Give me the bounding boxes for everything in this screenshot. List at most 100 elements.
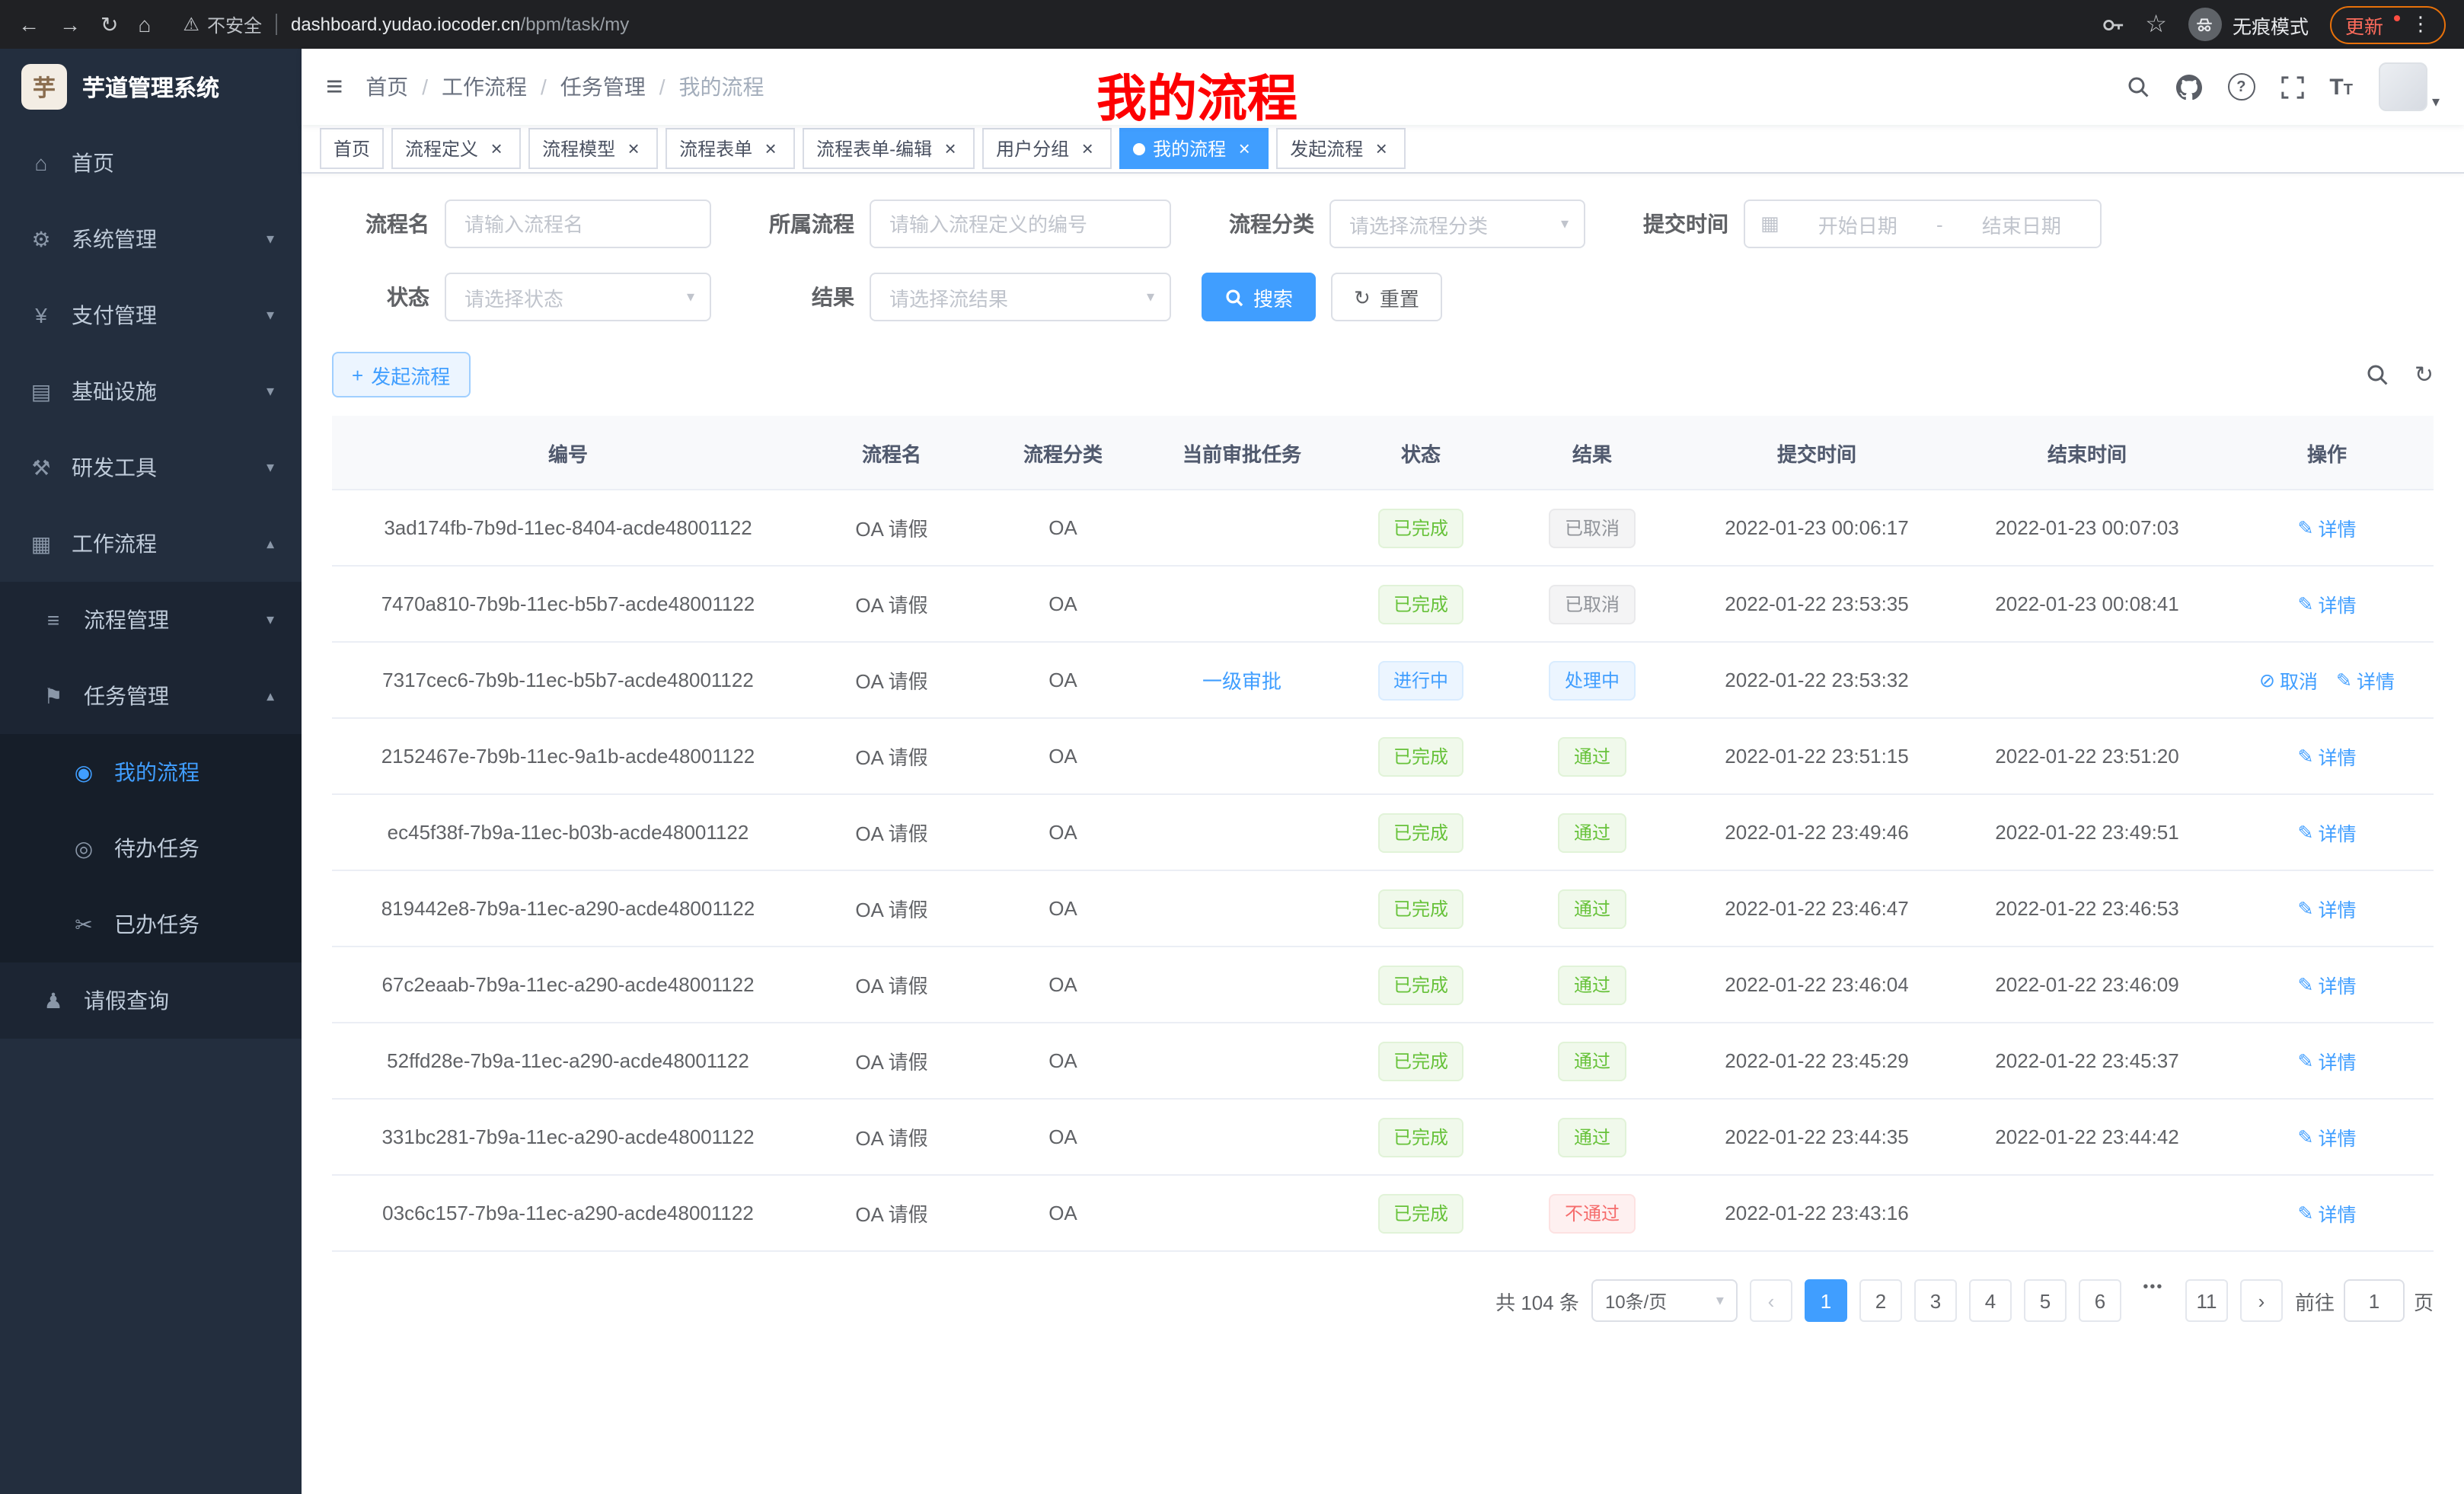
toggle-search-icon[interactable]	[2366, 362, 2390, 387]
sidebar-item-task-management[interactable]: ⚑任务管理▾	[0, 658, 302, 734]
cell-actions: ✎详情	[2220, 1046, 2434, 1075]
tab-user-group[interactable]: 用户分组×	[982, 128, 1112, 169]
forward-icon[interactable]: →	[59, 14, 81, 35]
process-mgmt-icon: ≡	[40, 608, 67, 632]
detail-link[interactable]: ✎详情	[2298, 1046, 2357, 1075]
detail-link[interactable]: ✎详情	[2298, 1122, 2357, 1151]
back-icon[interactable]: ←	[18, 14, 40, 35]
sidebar-item-done-tasks[interactable]: ✂已办任务	[0, 886, 302, 962]
cell-category: OA	[979, 1202, 1147, 1224]
detail-link[interactable]: ✎详情	[2298, 513, 2357, 542]
reset-button[interactable]: ↻ 重置	[1331, 273, 1442, 321]
browser-home-icon[interactable]: ⌂	[138, 14, 151, 35]
tab-process-form-edit[interactable]: 流程表单-编辑×	[803, 128, 975, 169]
close-icon[interactable]: ×	[486, 138, 507, 159]
more-pages-icon[interactable]: •••	[2134, 1279, 2173, 1322]
sidebar-item-process-management[interactable]: ≡流程管理▾	[0, 582, 302, 658]
prev-page-button[interactable]: ‹	[1750, 1279, 1792, 1322]
detail-link[interactable]: ✎详情	[2298, 818, 2357, 847]
page-button-4[interactable]: 4	[1969, 1279, 2012, 1322]
submit-time-range-picker[interactable]: ▦ 开始日期 - 结束日期	[1744, 200, 2102, 248]
reload-icon[interactable]: ↻	[101, 14, 118, 35]
close-icon[interactable]: ×	[1077, 138, 1098, 159]
page-button-1[interactable]: 1	[1805, 1279, 1847, 1322]
detail-link[interactable]: ✎详情	[2298, 894, 2357, 923]
bookmark-star-icon[interactable]: ☆	[2145, 9, 2167, 40]
cell-submit-time: 2022-01-23 00:06:17	[1680, 516, 1954, 539]
update-button[interactable]: 更新 ⋮	[2330, 5, 2446, 43]
detail-link[interactable]: ✎详情	[2336, 666, 2395, 694]
process-name-input[interactable]	[445, 200, 711, 248]
cancel-link[interactable]: ⊘取消	[2259, 666, 2318, 694]
page-button-5[interactable]: 5	[2024, 1279, 2067, 1322]
page-button-6[interactable]: 6	[2079, 1279, 2121, 1322]
tab-home[interactable]: 首页	[320, 128, 384, 169]
table-row: ec45f38f-7b9a-11ec-b03b-acde48001122OA 请…	[332, 795, 2434, 871]
chevron-down-icon: ▾	[2432, 94, 2440, 111]
sidebar-item-home[interactable]: ⌂首页	[0, 125, 302, 201]
security-label: 不安全	[207, 11, 262, 37]
process-table: 编号流程名流程分类当前审批任务状态结果提交时间结束时间操作 3ad174fb-7…	[332, 416, 2434, 1252]
page-size-select[interactable]: 10条/页 ▾	[1591, 1279, 1738, 1322]
sidebar-item-infrastructure[interactable]: ▤基础设施▾	[0, 353, 302, 429]
fullscreen-icon[interactable]	[2280, 75, 2303, 98]
user-menu[interactable]: ▾	[2379, 62, 2440, 111]
breadcrumb-item[interactable]: 任务管理	[560, 72, 646, 102]
tab-process-model[interactable]: 流程模型×	[528, 128, 658, 169]
detail-link[interactable]: ✎详情	[2298, 589, 2357, 618]
goto-page-input[interactable]	[2344, 1279, 2405, 1322]
key-icon[interactable]	[2101, 13, 2124, 36]
tab-start-process[interactable]: 发起流程×	[1276, 128, 1406, 169]
refresh-table-icon[interactable]: ↻	[2415, 361, 2434, 388]
current-task-link[interactable]: 一级审批	[1202, 666, 1281, 694]
header-row: 编号流程名流程分类当前审批任务状态结果提交时间结束时间操作	[332, 416, 2434, 490]
status-select[interactable]: 请选择状态 ▾	[445, 273, 711, 321]
create-process-button[interactable]: + 发起流程	[332, 352, 470, 397]
search-button[interactable]: 搜索	[1202, 273, 1316, 321]
detail-link[interactable]: ✎详情	[2298, 970, 2357, 999]
cell-end-time: 2022-01-22 23:46:53	[1954, 897, 2220, 920]
tab-process-definition[interactable]: 流程定义×	[391, 128, 521, 169]
leave-query-icon: ♟	[40, 988, 67, 1014]
close-icon[interactable]: ×	[1234, 138, 1255, 159]
tab-label: 流程表单	[679, 136, 752, 161]
category-select[interactable]: 请选择流程分类 ▾	[1329, 200, 1585, 248]
font-size-icon[interactable]: TT	[2329, 74, 2353, 100]
close-icon[interactable]: ×	[760, 138, 781, 159]
breadcrumb-item[interactable]: 首页	[365, 72, 408, 102]
sidebar-item-my-process[interactable]: ◉我的流程	[0, 734, 302, 810]
page-button-3[interactable]: 3	[1914, 1279, 1957, 1322]
result-select[interactable]: 请选择流结果 ▾	[870, 273, 1171, 321]
sidebar-item-leave-query[interactable]: ♟请假查询	[0, 962, 302, 1039]
sidebar-item-payment-management[interactable]: ¥支付管理▾	[0, 277, 302, 353]
sidebar-item-workflow[interactable]: ▦工作流程▾	[0, 506, 302, 582]
not-secure-warning[interactable]: ⚠ 不安全	[183, 11, 262, 37]
github-icon[interactable]	[2175, 74, 2201, 100]
chevron-down-icon: ▾	[1716, 1292, 1724, 1309]
breadcrumb-item[interactable]: 工作流程	[442, 72, 527, 102]
next-page-button[interactable]: ›	[2240, 1279, 2283, 1322]
tab-my-process[interactable]: 我的流程×	[1119, 128, 1269, 169]
chevron-up-icon: ▾	[267, 535, 274, 552]
address-bar[interactable]: ⚠ 不安全 dashboard.yudao.iocoder.cn/bpm/tas…	[183, 11, 629, 37]
sidebar-item-devtools[interactable]: ⚒研发工具▾	[0, 429, 302, 506]
search-icon[interactable]	[2125, 75, 2150, 99]
cell-status: 已完成	[1337, 508, 1505, 547]
tab-process-form[interactable]: 流程表单 ×	[665, 128, 795, 169]
sidebar-item-todo-tasks[interactable]: ◎待办任务	[0, 810, 302, 886]
help-icon[interactable]: ?	[2227, 73, 2255, 101]
close-icon[interactable]: ×	[1371, 138, 1392, 159]
browser-menu-icon[interactable]: ⋮	[2411, 12, 2430, 37]
page-button-11[interactable]: 11	[2185, 1279, 2228, 1322]
page-button-2[interactable]: 2	[1859, 1279, 1902, 1322]
process-def-input[interactable]	[870, 200, 1171, 248]
close-icon[interactable]: ×	[623, 138, 644, 159]
detail-link[interactable]: ✎详情	[2298, 742, 2357, 771]
cell-status: 已完成	[1337, 965, 1505, 1004]
sidebar-menu: ⌂首页⚙系统管理▾¥支付管理▾▤基础设施▾⚒研发工具▾▦工作流程▾≡流程管理▾⚑…	[0, 125, 302, 1494]
chevron-down-icon: ▾	[267, 611, 274, 628]
detail-link[interactable]: ✎详情	[2298, 1199, 2357, 1227]
hamburger-icon[interactable]: ≡	[326, 72, 343, 101]
sidebar-item-system-management[interactable]: ⚙系统管理▾	[0, 201, 302, 277]
close-icon[interactable]: ×	[940, 138, 961, 159]
